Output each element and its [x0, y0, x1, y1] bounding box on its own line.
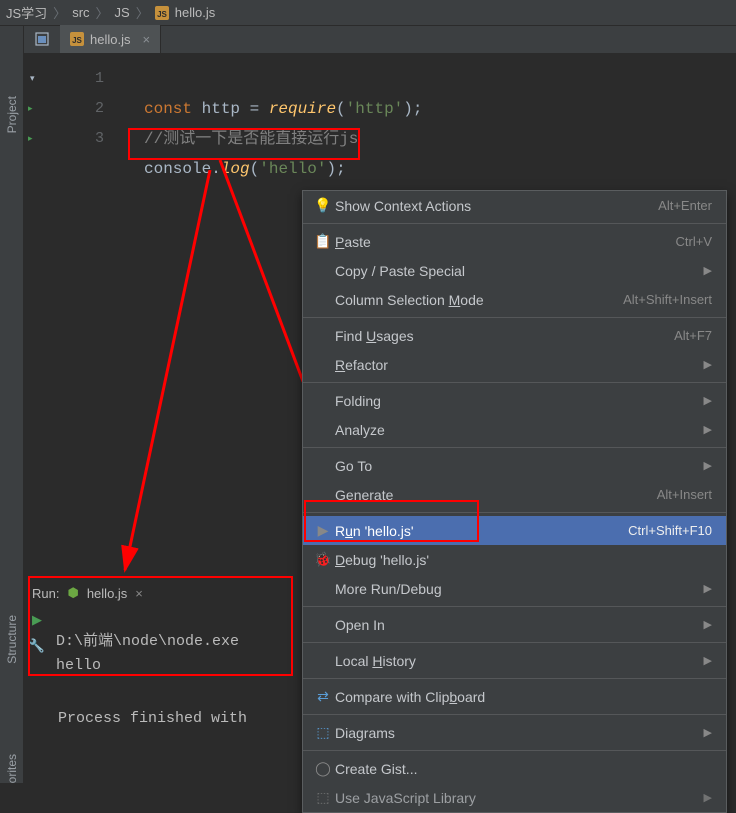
- fold-chevron-icon[interactable]: ▾: [30, 64, 35, 94]
- menu-more-run-debug[interactable]: More Run/Debug ▶: [303, 574, 726, 603]
- menu-create-gist[interactable]: ◯ Create Gist...: [303, 754, 726, 783]
- menu-paste[interactable]: 📋 Paste Ctrl+V: [303, 227, 726, 256]
- js-file-icon: JS: [70, 32, 84, 46]
- tab-label: hello.js: [90, 32, 130, 47]
- menu-local-history[interactable]: Local History ▶: [303, 646, 726, 675]
- menu-folding[interactable]: Folding ▶: [303, 386, 726, 415]
- github-icon: ◯: [311, 760, 335, 777]
- run-icon: ▶: [311, 522, 335, 539]
- sidebar-project-tab[interactable]: Project: [5, 96, 19, 133]
- menu-copy-paste-special[interactable]: Copy / Paste Special ▶: [303, 256, 726, 285]
- wrench-icon[interactable]: 🔧: [29, 638, 45, 654]
- library-icon: ⬚: [311, 789, 335, 806]
- menu-analyze[interactable]: Analyze ▶: [303, 415, 726, 444]
- chevron-right-icon: ▶: [704, 582, 712, 595]
- chevron-right-icon: ▶: [704, 654, 712, 667]
- clipboard-icon: 📋: [311, 233, 335, 250]
- menu-separator: [303, 714, 726, 715]
- bc-root[interactable]: JS学习: [6, 3, 47, 22]
- close-icon[interactable]: ×: [142, 32, 150, 47]
- left-tool-sidebar: Project Structure orites: [0, 26, 24, 783]
- run-title: Run:: [32, 586, 59, 601]
- menu-compare-clipboard[interactable]: ⇄ Compare with Clipboard: [303, 682, 726, 711]
- menu-debug[interactable]: 🐞 Debug 'hello.js': [303, 545, 726, 574]
- bulb-icon: 💡: [311, 197, 335, 214]
- chevron-right-icon: ▶: [704, 358, 712, 371]
- diagram-icon: ⬚: [311, 724, 335, 741]
- chevron-right-icon: ▶: [704, 264, 712, 277]
- menu-separator: [303, 750, 726, 751]
- close-icon[interactable]: ×: [135, 586, 143, 601]
- svg-text:JS: JS: [157, 10, 167, 19]
- breadcrumb: JS学习 〉 src 〉 JS 〉 JS hello.js: [0, 0, 736, 26]
- menu-separator: [303, 642, 726, 643]
- bc-subfolder[interactable]: JS: [115, 5, 130, 20]
- menu-open-in[interactable]: Open In ▶: [303, 610, 726, 639]
- line-gutter: ▾1 ▸2 ▸3: [24, 64, 124, 154]
- window-popout-icon[interactable]: [24, 25, 60, 53]
- chevron-right-icon: ▶: [704, 394, 712, 407]
- run-marker-icon[interactable]: ▸: [28, 94, 33, 124]
- menu-separator: [303, 382, 726, 383]
- run-icon[interactable]: ▶: [32, 612, 42, 628]
- menu-go-to[interactable]: Go To ▶: [303, 451, 726, 480]
- tab-hello-js[interactable]: JS hello.js ×: [60, 25, 161, 53]
- chevron-right-icon: ▶: [704, 423, 712, 436]
- menu-diagrams[interactable]: ⬚ Diagrams ▶: [303, 718, 726, 747]
- menu-separator: [303, 678, 726, 679]
- run-config-name: hello.js: [87, 586, 127, 601]
- menu-column-selection[interactable]: Column Selection Mode Alt+Shift+Insert: [303, 285, 726, 314]
- run-marker-icon[interactable]: ▸: [28, 124, 33, 154]
- editor-tab-bar: JS hello.js ×: [24, 26, 736, 54]
- bc-sep: 〉: [53, 3, 66, 22]
- svg-text:JS: JS: [72, 36, 82, 45]
- menu-separator: [303, 223, 726, 224]
- menu-separator: [303, 606, 726, 607]
- compare-icon: ⇄: [311, 688, 335, 705]
- bc-file[interactable]: hello.js: [175, 5, 215, 20]
- bc-sep: 〉: [136, 3, 149, 22]
- run-output[interactable]: D:\前端\node\node.exe hello: [50, 606, 239, 702]
- menu-find-usages[interactable]: Find Usages Alt+F7: [303, 321, 726, 350]
- chevron-right-icon: ▶: [704, 618, 712, 631]
- sidebar-favorites-tab[interactable]: orites: [5, 754, 19, 783]
- menu-separator: [303, 317, 726, 318]
- menu-generate[interactable]: Generate Alt+Insert: [303, 480, 726, 509]
- run-side-toolbar: ▶ 🔧: [24, 606, 50, 654]
- debug-icon: 🐞: [311, 551, 335, 568]
- run-tool-window: Run: ⬢ hello.js × ▶ 🔧 D:\前端\node\node.ex…: [24, 580, 294, 702]
- chevron-right-icon: ▶: [704, 726, 712, 739]
- menu-run[interactable]: ▶ Run 'hello.js' Ctrl+Shift+F10: [303, 516, 726, 545]
- bc-sep: 〉: [96, 3, 109, 22]
- menu-separator: [303, 447, 726, 448]
- js-file-icon: JS: [155, 6, 169, 20]
- node-icon: ⬢: [67, 585, 78, 601]
- sidebar-structure-tab[interactable]: Structure: [5, 615, 19, 664]
- menu-show-context-actions[interactable]: 💡 Show Context Actions Alt+Enter: [303, 191, 726, 220]
- process-finished-text: Process finished with: [58, 710, 247, 727]
- menu-separator: [303, 512, 726, 513]
- bc-folder[interactable]: src: [72, 5, 89, 20]
- chevron-right-icon: ▶: [704, 791, 712, 804]
- context-menu: 💡 Show Context Actions Alt+Enter 📋 Paste…: [302, 190, 727, 813]
- menu-refactor[interactable]: Refactor ▶: [303, 350, 726, 379]
- run-header: Run: ⬢ hello.js ×: [24, 580, 294, 606]
- menu-use-js-library[interactable]: ⬚ Use JavaScript Library ▶: [303, 783, 726, 812]
- chevron-right-icon: ▶: [704, 459, 712, 472]
